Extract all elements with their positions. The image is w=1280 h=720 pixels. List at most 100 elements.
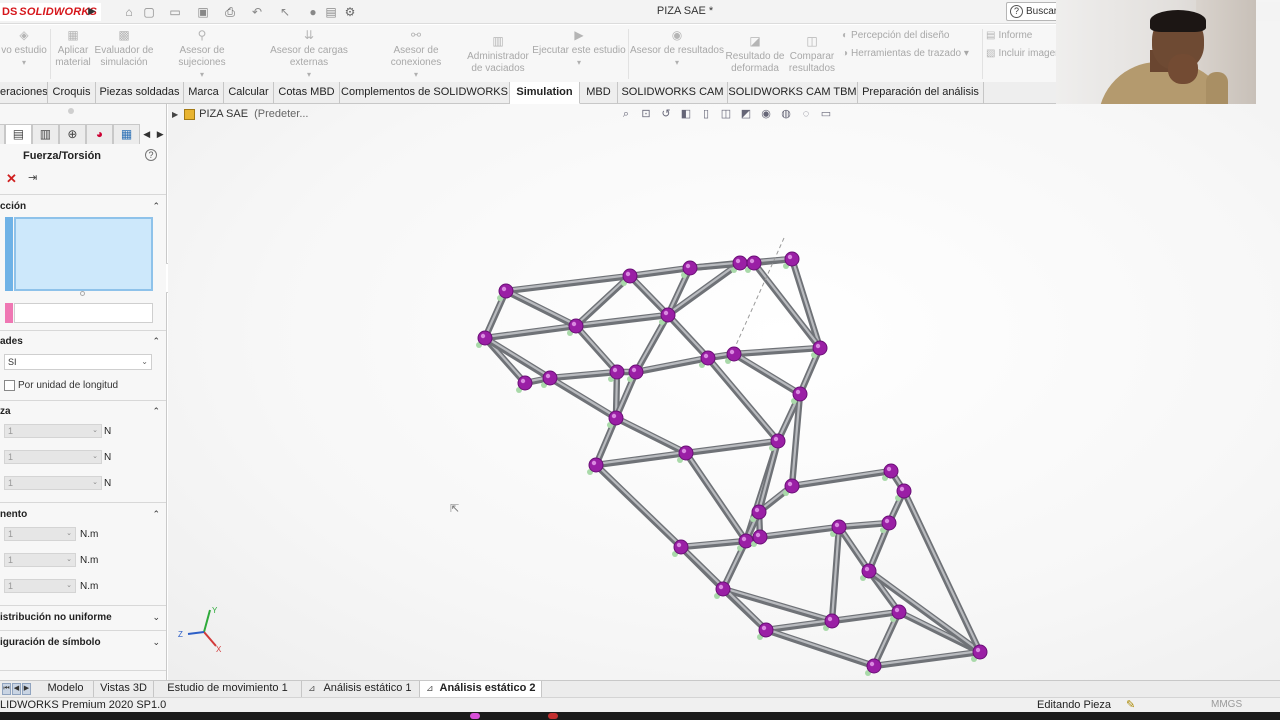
bottom-tab-analisis-estatico-1[interactable]: ⊿ Análisis estático 1	[302, 681, 420, 697]
status-units[interactable]: MMGS	[1211, 699, 1242, 710]
simulation-advisor-button[interactable]: ▩ Evaluador de simulación	[94, 29, 154, 69]
joint-node[interactable]	[866, 658, 882, 674]
joint-node[interactable]	[542, 370, 558, 386]
joint-node[interactable]	[831, 519, 847, 535]
joint-node[interactable]	[700, 350, 716, 366]
direction-reference-field[interactable]	[14, 303, 153, 323]
tabs-scroll-left-icon[interactable]: ◀	[140, 124, 153, 144]
tab-complementos[interactable]: Complementos de SOLIDWORKS	[340, 82, 510, 104]
joint-node[interactable]	[972, 644, 988, 660]
results-dropdown-icon[interactable]: ▾	[630, 57, 724, 69]
joint-node[interactable]	[746, 255, 762, 271]
include-image-button[interactable]: ▧ Incluir imagen	[986, 48, 1056, 59]
run-study-button[interactable]: ▶ Ejecutar este estudio ▾	[532, 29, 626, 69]
fixtures-advisor-button[interactable]: ⚲ Asesor de sujeciones ▾	[156, 29, 248, 81]
moment-x-input[interactable]: 1 ⌄	[4, 527, 76, 541]
joint-node[interactable]	[824, 613, 840, 629]
force-z-input[interactable]: 1 ⌄	[4, 476, 102, 490]
joint-node[interactable]	[883, 463, 899, 479]
print-icon[interactable]: ⎙	[222, 4, 238, 20]
collapse-chevron-up-icon[interactable]: ⌃	[152, 201, 160, 212]
collapse-chevron-up-icon[interactable]: ⌃	[152, 509, 160, 520]
tab-marca[interactable]: Marca	[184, 82, 224, 104]
plot-tools-button[interactable]: ◑ Herramientas de trazado ▾	[842, 48, 969, 59]
joint-node[interactable]	[682, 260, 698, 276]
units-dropdown[interactable]: SI ⌄	[4, 354, 152, 370]
results-advisor-button[interactable]: ◉ Asesor de resultados ▾	[630, 29, 724, 69]
menu-expand-arrow-icon[interactable]: ▶	[86, 4, 98, 20]
tab-mbd[interactable]: MBD	[580, 82, 618, 104]
joint-node[interactable]	[678, 445, 694, 461]
joint-node[interactable]	[881, 515, 897, 531]
joint-node[interactable]	[608, 410, 624, 426]
section-force-header[interactable]: za ⌃	[0, 406, 166, 420]
section-moment-header[interactable]: nento ⌃	[0, 509, 166, 523]
run-study-dropdown-icon[interactable]: ▾	[532, 57, 626, 69]
graphics-area[interactable]: ▶ PIZA SAE (Predeter... ⌕ ⊡ ↺ ◧ ▯ ◫ ◩ ◉ …	[168, 104, 1280, 680]
external-loads-dropdown-icon[interactable]: ▾	[250, 69, 368, 81]
joint-node[interactable]	[498, 283, 514, 299]
bottom-tab-vistas-3d[interactable]: Vistas 3D	[94, 681, 154, 697]
file-properties-icon[interactable]: ▤	[324, 4, 338, 20]
joint-node[interactable]	[588, 457, 604, 473]
joint-node[interactable]	[896, 483, 912, 499]
plot-tools-dropdown-icon[interactable]: ▾	[964, 48, 969, 59]
design-insight-button[interactable]: ◐ Percepción del diseño	[842, 30, 949, 41]
help-icon[interactable]: ?	[145, 149, 157, 161]
next-tab-nav-icon[interactable]: ▶	[22, 683, 31, 695]
configuration-manager-tab-icon[interactable]: ▥	[31, 124, 59, 144]
joint-node[interactable]	[726, 346, 742, 362]
joint-node[interactable]	[477, 330, 493, 346]
selection-list-resize-grip[interactable]	[80, 291, 85, 296]
joint-node[interactable]	[732, 255, 748, 271]
tab-croquis[interactable]: Croquis	[48, 82, 96, 104]
select-icon[interactable]: ↖	[278, 4, 292, 20]
simulation-manager-tab-icon[interactable]: ▦	[112, 124, 141, 144]
joint-node[interactable]	[861, 563, 877, 579]
shell-manager-button[interactable]: ▥ Administrador de vaciados	[466, 35, 530, 75]
external-loads-advisor-button[interactable]: ⇊ Asesor de cargas externas ▾	[250, 29, 368, 81]
joint-node[interactable]	[622, 268, 638, 284]
tabs-scroll-right-icon[interactable]: ▶	[154, 124, 167, 144]
joint-node[interactable]	[738, 533, 754, 549]
tab-cotas-mbd[interactable]: Cotas MBD	[274, 82, 340, 104]
joint-node[interactable]	[812, 340, 828, 356]
options-gear-icon[interactable]: ⚙	[342, 4, 358, 20]
new-document-icon[interactable]: ▢	[142, 4, 156, 20]
joint-node[interactable]	[715, 581, 731, 597]
tab-operaciones[interactable]: eraciones	[0, 82, 48, 104]
joint-node[interactable]	[673, 539, 689, 555]
bottom-tab-estudio-movimiento[interactable]: Estudio de movimiento 1	[154, 681, 302, 697]
compare-results-button[interactable]: ◫ Comparar resultados	[786, 35, 838, 75]
tab-calcular[interactable]: Calcular	[224, 82, 274, 104]
tab-solidworks-cam-tbm[interactable]: SOLIDWORKS CAM TBM	[728, 82, 858, 104]
open-document-icon[interactable]: ▭	[168, 4, 182, 20]
panel-drag-handle[interactable]	[68, 108, 74, 114]
joint-node[interactable]	[752, 529, 768, 545]
truss-beams[interactable]	[481, 255, 984, 670]
pushpin-icon[interactable]: ⇥	[28, 171, 37, 184]
joint-node[interactable]	[758, 622, 774, 638]
moment-z-input[interactable]: 1 ⌄	[4, 579, 76, 593]
selection-list-box[interactable]	[14, 217, 153, 291]
joint-node[interactable]	[517, 375, 533, 391]
per-unit-length-checkbox[interactable]: Por unidad de longitud	[4, 380, 118, 391]
joint-node[interactable]	[751, 504, 767, 520]
rebuild-icon[interactable]: ●	[306, 4, 320, 20]
moment-y-input[interactable]: 1 ⌄	[4, 553, 76, 567]
help-icon[interactable]: ?	[1010, 5, 1023, 18]
new-study-dropdown-icon[interactable]: ▾	[0, 57, 48, 69]
joint-node[interactable]	[568, 318, 584, 334]
undo-icon[interactable]: ↶	[250, 4, 264, 20]
expand-chevron-down-icon[interactable]: ⌄	[152, 612, 160, 623]
bottom-tab-analisis-estatico-2[interactable]: ⊿ Análisis estático 2	[420, 681, 542, 697]
collapse-chevron-up-icon[interactable]: ⌃	[152, 406, 160, 417]
section-selection-header[interactable]: cción ⌃	[0, 201, 166, 215]
force-y-input[interactable]: 1 ⌄	[4, 450, 102, 464]
joint-node[interactable]	[784, 251, 800, 267]
display-manager-tab-icon[interactable]: ◕	[85, 124, 113, 144]
report-button[interactable]: ▤ Informe	[986, 30, 1032, 41]
joint-node[interactable]	[784, 478, 800, 494]
checkbox-box[interactable]	[4, 380, 15, 391]
property-manager-tab-icon[interactable]: ▤	[4, 124, 32, 144]
